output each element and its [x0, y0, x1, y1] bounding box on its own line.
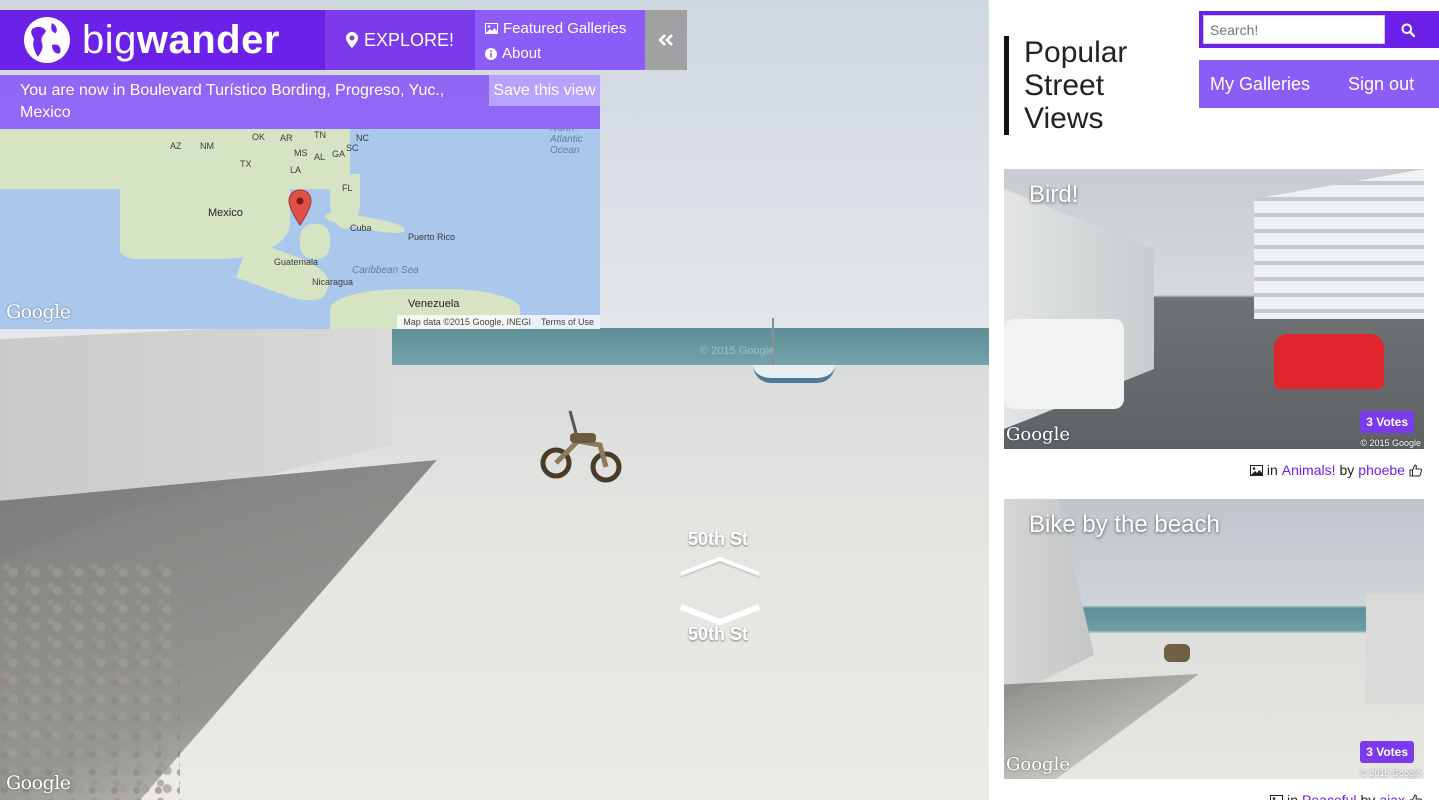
map-label-la: LA — [290, 165, 302, 175]
location-text: You are now in Boulevard Turístico Bordi… — [20, 82, 445, 121]
streetview-watermark: © 2015 Google — [700, 345, 775, 357]
picture-icon — [1249, 464, 1263, 476]
card-meta-in: in — [1266, 462, 1278, 478]
card-copyright: © 2015 Google — [1360, 768, 1421, 778]
forward-street-label: 50th St — [688, 529, 749, 549]
gallery-card[interactable]: Bird! 3 Votes Google © 2015 Google in An… — [1004, 169, 1424, 478]
map-label-tx: TX — [240, 159, 252, 169]
motorcycle — [540, 410, 622, 483]
building-right — [1254, 169, 1424, 319]
map-marker-icon — [345, 32, 358, 48]
map-pin-icon[interactable] — [288, 189, 312, 227]
about-label: About — [502, 45, 542, 62]
map-terms-link[interactable]: Terms of Use — [541, 317, 594, 327]
globe-icon — [24, 17, 70, 63]
logo[interactable]: bigwander — [0, 10, 325, 70]
map-footer: Map data ©2015 Google, INEGI Terms of Us… — [397, 315, 600, 329]
thumbs-up-icon[interactable] — [1409, 793, 1422, 800]
card-meta: in Animals! by phoebe — [1004, 462, 1424, 478]
stones — [0, 560, 180, 800]
card-meta-by: by — [1339, 462, 1355, 478]
gallery-card[interactable]: Bike by the beach 3 Votes Google © 2015 … — [1004, 499, 1424, 800]
card-meta-in: in — [1287, 792, 1299, 800]
picture-icon — [485, 23, 498, 34]
mini-map[interactable]: OK AR TN NC AZ NM MS AL GA SC TX LA FL N… — [0, 129, 600, 329]
sidebar: Popular Street Views My Galleries Sign o… — [989, 0, 1439, 800]
header-links: Featured Galleries About — [475, 10, 645, 70]
map-land-yucatan — [300, 224, 330, 259]
back-arrow-icon[interactable] — [678, 604, 762, 626]
google-logo: Google — [6, 772, 71, 794]
forward-arrow-icon[interactable] — [678, 556, 762, 578]
user-bar: My Galleries Sign out — [1199, 60, 1439, 108]
explore-button[interactable]: EXPLORE! — [325, 10, 475, 70]
boat-mast — [772, 318, 774, 368]
map-label-nm: NM — [200, 141, 214, 151]
card-gallery-link[interactable]: Animals! — [1282, 462, 1336, 478]
map-label-mexico: Mexico — [208, 207, 243, 219]
red-car — [1274, 334, 1384, 389]
search-button[interactable] — [1385, 15, 1431, 44]
card-gallery-link[interactable]: Peaceful — [1302, 792, 1356, 800]
card-user-link[interactable]: phoebe — [1358, 462, 1405, 478]
map-label-tn: TN — [314, 130, 326, 140]
map-label-nicaragua: Nicaragua — [312, 277, 354, 287]
logo-text: bigwander — [82, 20, 280, 60]
map-label-atlantic: North Atlantic Ocean — [550, 129, 583, 156]
map-label-ar: AR — [280, 133, 293, 143]
collapse-button[interactable] — [645, 10, 687, 70]
votes-badge: 3 Votes — [1360, 741, 1414, 763]
white-van — [1004, 319, 1124, 409]
search-input[interactable] — [1203, 15, 1385, 44]
map-label-al: AL — [314, 152, 326, 162]
wall-right — [1366, 594, 1424, 704]
votes-badge: 3 Votes — [1360, 411, 1414, 433]
my-galleries-link[interactable]: My Galleries — [1210, 74, 1310, 95]
map-label-sc: SC — [346, 143, 359, 153]
picture-icon — [1270, 794, 1284, 800]
info-icon — [485, 47, 497, 60]
map-label-venezuela: Venezuela — [408, 298, 460, 310]
card-google-logo: Google — [1006, 754, 1070, 775]
motorcycle — [1164, 644, 1190, 662]
map-label-fl: FL — [342, 183, 353, 193]
back-street-label: 50th St — [688, 624, 749, 644]
map-google-logo: Google — [6, 301, 71, 323]
top-header: bigwander EXPLORE! Featured Galleries Ab… — [0, 10, 687, 70]
logo-text-light: big — [82, 18, 137, 62]
sign-out-link[interactable]: Sign out — [1348, 74, 1414, 95]
featured-galleries-label: Featured Galleries — [503, 20, 627, 37]
featured-galleries-link[interactable]: Featured Galleries — [485, 16, 645, 41]
map-label-puerto-rico: Puerto Rico — [408, 232, 456, 242]
logo-text-bold: wander — [136, 18, 280, 62]
map-label-nc: NC — [356, 133, 369, 143]
search-box — [1199, 11, 1439, 48]
card-title: Bike by the beach — [1029, 511, 1220, 538]
map-label-cuba: Cuba — [350, 223, 372, 233]
map-label-ok: OK — [252, 132, 266, 142]
card-thumbnail[interactable]: Bird! 3 Votes Google © 2015 Google — [1004, 169, 1424, 449]
about-link[interactable]: About — [485, 41, 645, 66]
map-label-ms: MS — [294, 148, 308, 158]
save-view-button[interactable]: Save this view — [489, 75, 600, 106]
double-chevron-left-icon — [658, 34, 673, 46]
card-thumbnail[interactable]: Bike by the beach 3 Votes Google © 2015 … — [1004, 499, 1424, 779]
card-meta: in Peaceful by ajax — [1004, 792, 1424, 800]
card-user-link[interactable]: ajax — [1379, 792, 1405, 800]
explore-label: EXPLORE! — [363, 29, 455, 50]
sidebar-title: Popular Street Views — [1004, 36, 1164, 135]
thumbs-up-icon[interactable] — [1409, 463, 1422, 477]
card-title: Bird! — [1029, 181, 1079, 208]
card-meta-by: by — [1360, 792, 1376, 800]
boat — [753, 365, 835, 383]
map-label-az: AZ — [170, 141, 182, 151]
location-bar: You are now in Boulevard Turístico Bordi… — [0, 75, 600, 129]
map-label-caribbean: Caribbean Sea — [352, 265, 419, 276]
card-google-logo: Google — [1006, 424, 1070, 445]
map-attribution: Map data ©2015 Google, INEGI — [403, 317, 531, 327]
search-icon — [1401, 23, 1415, 37]
map-label-ga: GA — [332, 149, 346, 159]
card-copyright: © 2015 Google — [1360, 438, 1421, 448]
map-label-guatemala: Guatemala — [274, 257, 319, 267]
